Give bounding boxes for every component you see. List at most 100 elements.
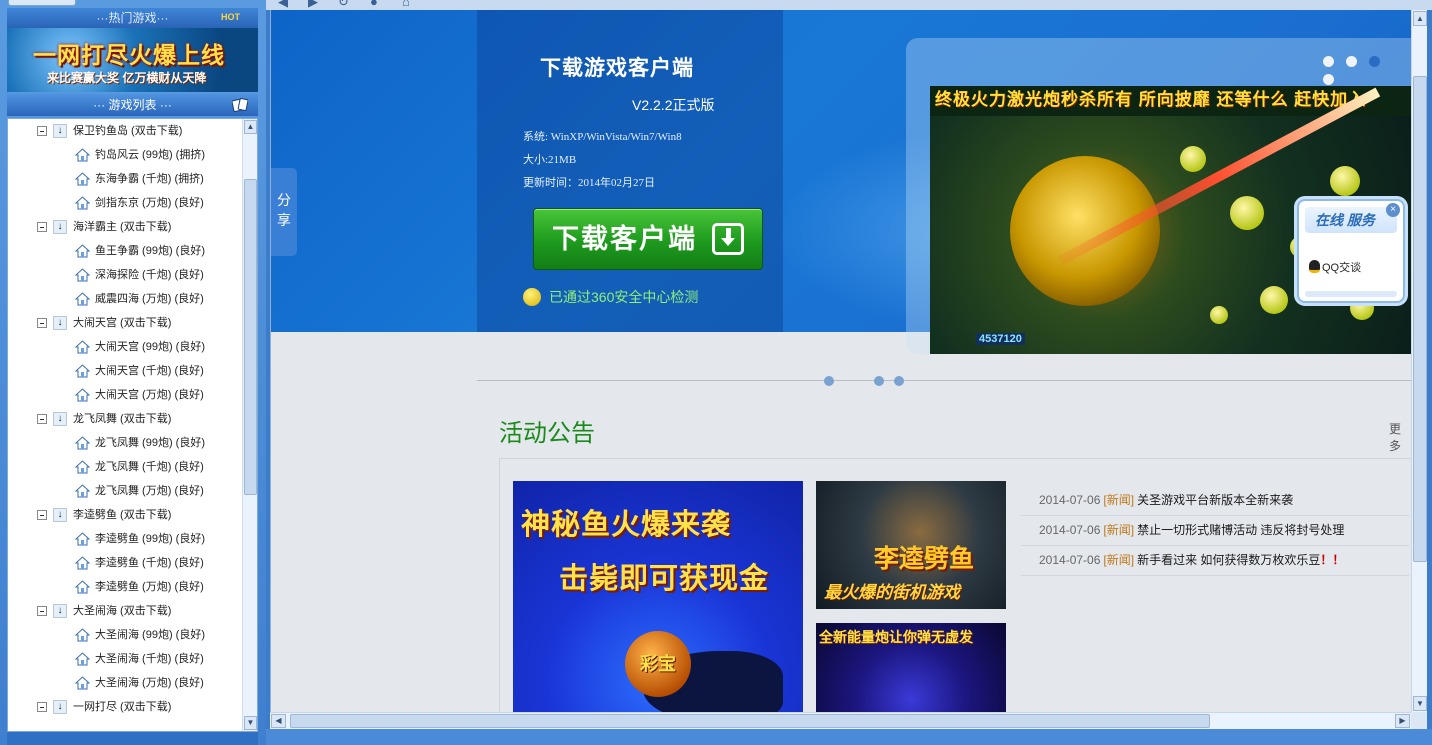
slider-dot[interactable]	[1346, 56, 1357, 67]
tree-game-room[interactable]: 龙飞凤舞 (99炮) (良好)	[8, 431, 244, 455]
download-arrow-icon[interactable]: ↓	[53, 604, 67, 618]
tree-game-room[interactable]: 东海争霸 (千炮) (拥挤)	[8, 167, 244, 191]
tree-game-room[interactable]: 李逵劈鱼 (万炮) (良好)	[8, 575, 244, 599]
news-item[interactable]: 2014-07-06 [新闻] 新手看过来 如何获得数万枚欢乐豆！！	[1021, 546, 1409, 576]
download-arrow-icon[interactable]: ↓	[53, 220, 67, 234]
download-client-button[interactable]: 下载客户端	[533, 208, 763, 270]
tree-game-folder[interactable]: ↓ 大圣闹海 (双击下载)	[8, 599, 244, 623]
tree-game-room[interactable]: 大圣闹海 (千炮) (良好)	[8, 647, 244, 671]
collapse-icon[interactable]	[37, 318, 47, 328]
collapse-icon[interactable]	[37, 126, 47, 136]
slider-score: 4537120	[976, 333, 1025, 345]
slider-dot[interactable]	[1369, 56, 1380, 67]
page-vertical-scrollbar[interactable]: ▲ ▼	[1411, 10, 1427, 712]
tree-game-room[interactable]: 大闹天宫 (千炮) (良好)	[8, 359, 244, 383]
game-room-icon	[75, 556, 90, 570]
tree-game-room[interactable]: 大圣闹海 (99炮) (良好)	[8, 623, 244, 647]
slider-dot[interactable]	[1323, 74, 1334, 85]
back-arrow-icon[interactable]: ◀	[278, 0, 288, 10]
tree-room-label: 东海争霸 (千炮) (拥挤)	[95, 173, 204, 185]
stop-icon[interactable]: ●	[370, 0, 378, 9]
tree-room-label: 大闹天宫 (99炮) (良好)	[95, 341, 205, 353]
game-tree-scrollbar[interactable]: ▲ ▼	[242, 119, 257, 731]
tree-game-room[interactable]: 鱼王争霸 (99炮) (良好)	[8, 239, 244, 263]
forward-arrow-icon[interactable]: ▶	[308, 0, 318, 10]
tree-game-room[interactable]: 大圣闹海 (万炮) (良好)	[8, 671, 244, 695]
scroll-right-icon[interactable]: ▶	[1395, 714, 1410, 728]
download-title: 下载游戏客户端	[540, 57, 694, 80]
online-service-widget[interactable]: 在线 服务 × QQ交谈	[1297, 199, 1405, 303]
scroll-thumb[interactable]	[290, 714, 1210, 728]
bubble	[1330, 166, 1360, 196]
tree-game-folder[interactable]: ↓ 海洋霸主 (双击下载)	[8, 215, 244, 239]
scroll-thumb[interactable]	[1413, 76, 1427, 562]
safety-check: 已通过360安全中心检测	[523, 288, 698, 306]
tree-room-label: 龙飞凤舞 (万炮) (良好)	[95, 485, 204, 497]
promo-likui[interactable]: 李逵劈鱼 最火爆的街机游戏	[816, 481, 1006, 609]
tree-folder-label: 大圣闹海 (双击下载)	[73, 605, 172, 617]
news-title[interactable]: 关圣游戏平台新版本全新来袭	[1137, 493, 1293, 507]
tree-game-folder[interactable]: ↓ 保卫钓鱼岛 (双击下载)	[8, 119, 244, 143]
game-list-title: ··· 游戏列表 ···	[93, 98, 172, 112]
slider-dot[interactable]	[1323, 56, 1334, 67]
tree-game-folder[interactable]: ↓ 李逵劈鱼 (双击下载)	[8, 503, 244, 527]
promo-energy-cannon[interactable]: 全新能量炮让你弹无虚发	[816, 623, 1006, 712]
share-tab[interactable]: 分享	[271, 168, 297, 256]
scroll-left-icon[interactable]: ◀	[271, 714, 286, 728]
news-tag[interactable]: [新闻]	[1103, 553, 1134, 567]
more-link[interactable]: 更多	[1389, 420, 1412, 454]
download-arrow-icon[interactable]: ↓	[53, 700, 67, 714]
collapse-icon[interactable]	[37, 222, 47, 232]
collapse-icon[interactable]	[37, 414, 47, 424]
qq-chat-link[interactable]: QQ交谈	[1309, 259, 1361, 275]
download-arrow-icon[interactable]: ↓	[53, 508, 67, 522]
home-icon[interactable]: ⌂	[402, 0, 410, 9]
tree-game-room[interactable]: 深海探险 (千炮) (良好)	[8, 263, 244, 287]
tree-game-room[interactable]: 李逵劈鱼 (千炮) (良好)	[8, 551, 244, 575]
game-list-header: ··· 游戏列表 ···	[7, 94, 258, 116]
collapse-icon[interactable]	[37, 510, 47, 520]
download-version: V2.2.2正式版	[632, 97, 715, 113]
tree-game-room[interactable]: 龙飞凤舞 (千炮) (良好)	[8, 455, 244, 479]
page-horizontal-scrollbar[interactable]: ◀ ▶	[270, 712, 1411, 729]
download-arrow-icon[interactable]: ↓	[53, 124, 67, 138]
bubble	[1260, 286, 1288, 314]
download-arrow-icon[interactable]: ↓	[53, 316, 67, 330]
divider-dot	[894, 376, 904, 386]
scroll-down-icon[interactable]: ▼	[1413, 696, 1427, 711]
promo-mystery-fish[interactable]: 神秘鱼火爆来袭 击毙即可获现金 彩宝	[513, 481, 803, 712]
scroll-up-icon[interactable]: ▲	[1413, 11, 1427, 26]
scroll-down-icon[interactable]: ▼	[244, 716, 257, 730]
news-list: 2014-07-06 [新闻] 关圣游戏平台新版本全新来袭 2014-07-06 [新闻…	[1021, 486, 1409, 576]
close-icon[interactable]: ×	[1386, 203, 1400, 217]
news-item[interactable]: 2014-07-06 [新闻] 关圣游戏平台新版本全新来袭	[1021, 486, 1409, 516]
promo3-title: 全新能量炮让你弹无虚发	[819, 629, 973, 645]
bubble	[1180, 146, 1206, 172]
tree-game-room[interactable]: 剑指东京 (万炮) (良好)	[8, 191, 244, 215]
tree-game-room[interactable]: 钓岛风云 (99炮) (拥挤)	[8, 143, 244, 167]
news-tag[interactable]: [新闻]	[1103, 523, 1134, 537]
scroll-thumb[interactable]	[244, 179, 257, 495]
tree-game-room[interactable]: 龙飞凤舞 (万炮) (良好)	[8, 479, 244, 503]
refresh-icon[interactable]: ↻	[338, 0, 349, 10]
news-title[interactable]: 新手看过来 如何获得数万枚欢乐豆！！	[1137, 553, 1344, 567]
safety-text: 已通过360安全中心检测	[549, 289, 699, 305]
download-arrow-icon[interactable]: ↓	[53, 412, 67, 426]
collapse-icon[interactable]	[37, 702, 47, 712]
news-title[interactable]: 禁止一切形式赌博活动 违反将封号处理	[1137, 523, 1344, 537]
cards-icon[interactable]	[232, 98, 248, 112]
collapse-icon[interactable]	[37, 606, 47, 616]
tree-game-folder[interactable]: ↓ 龙飞凤舞 (双击下载)	[8, 407, 244, 431]
tree-game-room[interactable]: 威震四海 (万炮) (良好)	[8, 287, 244, 311]
tree-game-room[interactable]: 大闹天宫 (99炮) (良好)	[8, 335, 244, 359]
tree-room-label: 李逵劈鱼 (千炮) (良好)	[95, 557, 204, 569]
tree-game-folder[interactable]: ↓ 一网打尽 (双击下载)	[8, 695, 244, 719]
sidebar-top-tab[interactable]	[8, 0, 76, 6]
news-tag[interactable]: [新闻]	[1103, 493, 1134, 507]
tree-game-room[interactable]: 李逵劈鱼 (99炮) (良好)	[8, 527, 244, 551]
tree-game-folder[interactable]: ↓ 大闹天宫 (双击下载)	[8, 311, 244, 335]
hot-game-banner[interactable]: 一网打尽火爆上线 来比赛赢大奖 亿万横财从天降	[7, 28, 258, 92]
scroll-up-icon[interactable]: ▲	[244, 120, 257, 134]
news-item[interactable]: 2014-07-06 [新闻] 禁止一切形式赌博活动 违反将封号处理	[1021, 516, 1409, 546]
tree-game-room[interactable]: 大闹天宫 (万炮) (良好)	[8, 383, 244, 407]
